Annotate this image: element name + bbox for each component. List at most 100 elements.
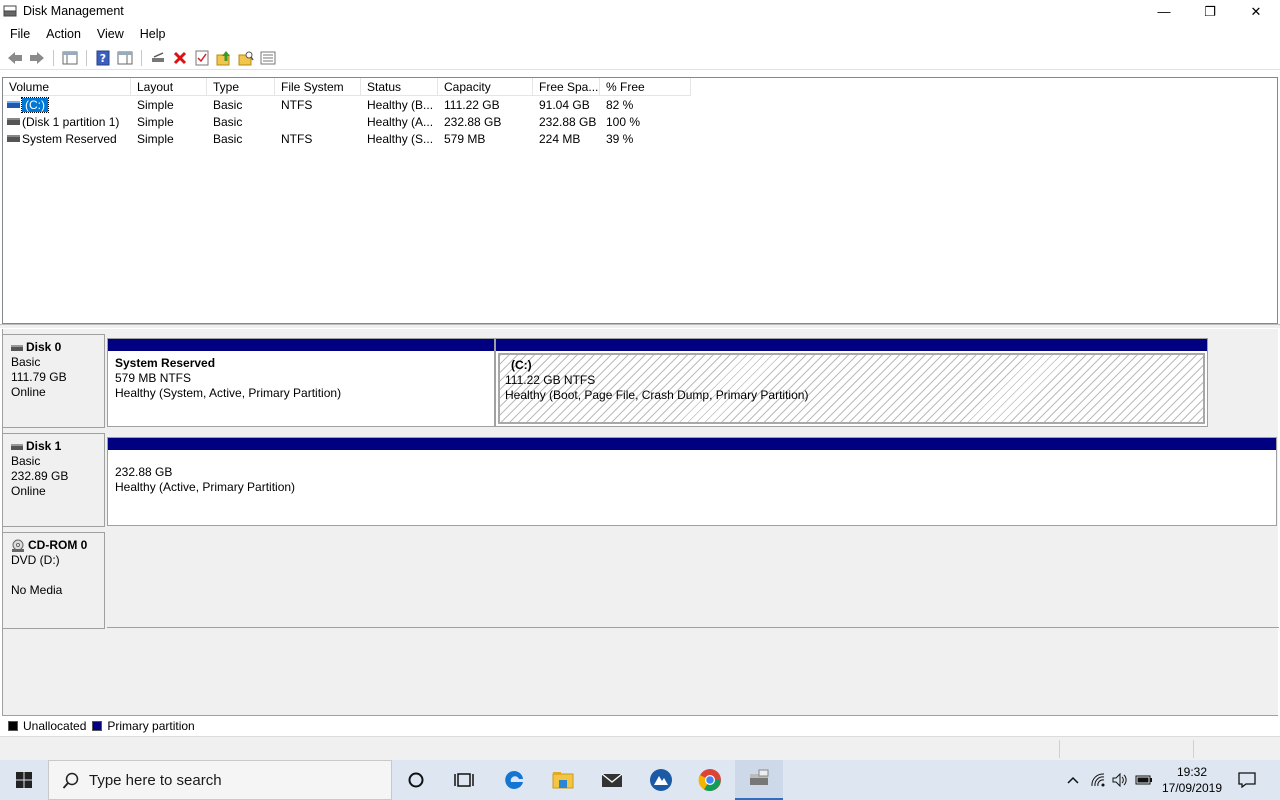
disk-state: Online (11, 385, 46, 399)
status-separator (1193, 740, 1194, 758)
column-header-type[interactable]: Type (207, 78, 275, 96)
column-header-percent-free[interactable]: % Free (600, 78, 691, 96)
partition-primary-bar (496, 339, 1207, 351)
disk-label[interactable]: CD-ROM 0 DVD (D:) No Media (3, 532, 105, 629)
disk-type: DVD (D:) (11, 553, 60, 567)
disk-label[interactable]: Disk 1 Basic 232.89 GB Online (3, 433, 105, 527)
volume-list: Volume Layout Type File System Status Ca… (2, 77, 1278, 324)
search-folder-icon[interactable] (235, 47, 257, 69)
partition-name: (C:) (511, 358, 532, 372)
partition-selected[interactable]: (C:) 111.22 GB NTFS Healthy (Boot, Page … (495, 338, 1208, 427)
chrome-browser-icon[interactable] (686, 760, 734, 800)
column-header-status[interactable]: Status (361, 78, 438, 96)
volume-layout: Simple (137, 115, 174, 129)
help-icon[interactable]: ? (92, 47, 114, 69)
volume-status: Healthy (S... (367, 132, 434, 146)
status-separator (1059, 740, 1060, 758)
check-properties-icon[interactable] (191, 47, 213, 69)
file-explorer-icon[interactable] (539, 760, 587, 800)
table-row[interactable]: (C:) Simple Basic NTFS Healthy (B... 111… (3, 97, 1277, 114)
show-hide-console-tree-icon[interactable] (59, 47, 81, 69)
disk-type: Basic (11, 355, 41, 369)
legend: Unallocated Primary partition (2, 715, 1278, 735)
volume-icon (7, 135, 20, 142)
volume-free-space: 91.04 GB (539, 98, 590, 112)
volume-capacity: 111.22 GB (444, 98, 500, 112)
mail-icon[interactable] (588, 760, 636, 800)
partition-status: Healthy (System, Active, Primary Partiti… (115, 386, 342, 400)
column-header-layout[interactable]: Layout (131, 78, 207, 96)
action-center-notifications-icon[interactable] (1232, 760, 1262, 800)
disk-management-taskbar-icon[interactable] (735, 760, 783, 800)
legend-label: Primary partition (107, 718, 195, 733)
taskbar-search-box[interactable]: Type here to search (48, 760, 392, 800)
volume-file-system: NTFS (281, 132, 313, 146)
volume-type: Basic (213, 132, 243, 146)
list-view-icon[interactable] (257, 47, 279, 69)
disk-name: Disk 0 (26, 340, 62, 354)
delete-icon[interactable] (169, 47, 191, 69)
disk-state: No Media (11, 583, 63, 597)
pane-splitter[interactable] (0, 324, 1280, 328)
volume-name: System Reserved (22, 132, 117, 146)
volume-layout: Simple (137, 98, 174, 112)
menu-help[interactable]: Help (134, 27, 172, 41)
windows-logo-icon (16, 772, 32, 788)
disk-type: Basic (11, 454, 41, 468)
partition-size: 579 MB NTFS (115, 371, 192, 385)
menu-view[interactable]: View (91, 27, 130, 41)
volume-type: Basic (213, 98, 243, 112)
edge-browser-icon[interactable] (490, 760, 538, 800)
volume-free-space: 232.88 GB (539, 115, 597, 129)
legend-swatch-primary (92, 720, 103, 731)
legend-label: Unallocated (23, 718, 87, 733)
volume-layout: Simple (137, 132, 174, 146)
volume-speaker-icon[interactable] (1110, 760, 1130, 800)
column-header-volume[interactable]: Volume (3, 78, 131, 96)
task-view-icon[interactable] (440, 760, 488, 800)
battery-icon[interactable] (1133, 760, 1155, 800)
restore-button[interactable]: ❐ (1187, 0, 1233, 23)
disk-state: Online (11, 484, 46, 498)
partition[interactable]: 232.88 GB Healthy (Active, Primary Parti… (107, 437, 1277, 526)
partition-size: 232.88 GB (115, 465, 173, 479)
clock-time: 19:32 (1176, 765, 1208, 779)
menu-action[interactable]: Action (40, 27, 87, 41)
disk-management-app-icon (3, 5, 17, 17)
cd-rom-icon (12, 539, 24, 552)
forward-arrow-icon[interactable] (26, 47, 48, 69)
show-hidden-icons-chevron-icon[interactable] (1062, 760, 1084, 800)
system-clock[interactable]: 19:32 17/09/2019 (1155, 764, 1229, 796)
partition-primary-bar (108, 438, 1276, 450)
properties-pane-icon[interactable] (114, 47, 136, 69)
minimize-button[interactable]: — (1141, 0, 1187, 23)
window-title: Disk Management (23, 4, 124, 18)
disk-label[interactable]: Disk 0 Basic 111.79 GB Online (3, 334, 105, 428)
table-row[interactable]: (Disk 1 partition 1) Simple Basic Health… (3, 114, 1277, 131)
remote-desktop-icon[interactable] (637, 760, 685, 800)
search-placeholder: Type here to search (89, 771, 222, 789)
partition-name: System Reserved (115, 356, 216, 370)
cortana-icon[interactable] (392, 760, 440, 800)
taskbar: Type here to search 19:32 17/09/2019 (0, 760, 1280, 800)
status-bar (0, 736, 1280, 760)
toolbar-separator (141, 49, 142, 66)
column-header-free-space[interactable]: Free Spa... (533, 78, 600, 96)
volume-status: Healthy (B... (367, 98, 434, 112)
divider (107, 627, 1279, 628)
network-wifi-icon[interactable] (1088, 760, 1108, 800)
column-header-capacity[interactable]: Capacity (438, 78, 533, 96)
column-header-file-system[interactable]: File System (275, 78, 361, 96)
volume-free-space: 224 MB (539, 132, 581, 146)
connect-disk-icon[interactable] (147, 47, 169, 69)
volume-name: (C:) (21, 97, 49, 113)
back-arrow-icon[interactable] (4, 47, 26, 69)
close-button[interactable]: ✕ (1233, 0, 1279, 23)
table-row[interactable]: System Reserved Simple Basic NTFS Health… (3, 131, 1277, 148)
partition[interactable]: System Reserved 579 MB NTFS Healthy (Sys… (107, 338, 495, 427)
clock-date: 17/09/2019 (1161, 781, 1223, 795)
start-button[interactable] (0, 760, 48, 800)
up-folder-icon[interactable] (213, 47, 235, 69)
menu-file[interactable]: File (4, 27, 36, 41)
volume-status: Healthy (A... (367, 115, 434, 129)
